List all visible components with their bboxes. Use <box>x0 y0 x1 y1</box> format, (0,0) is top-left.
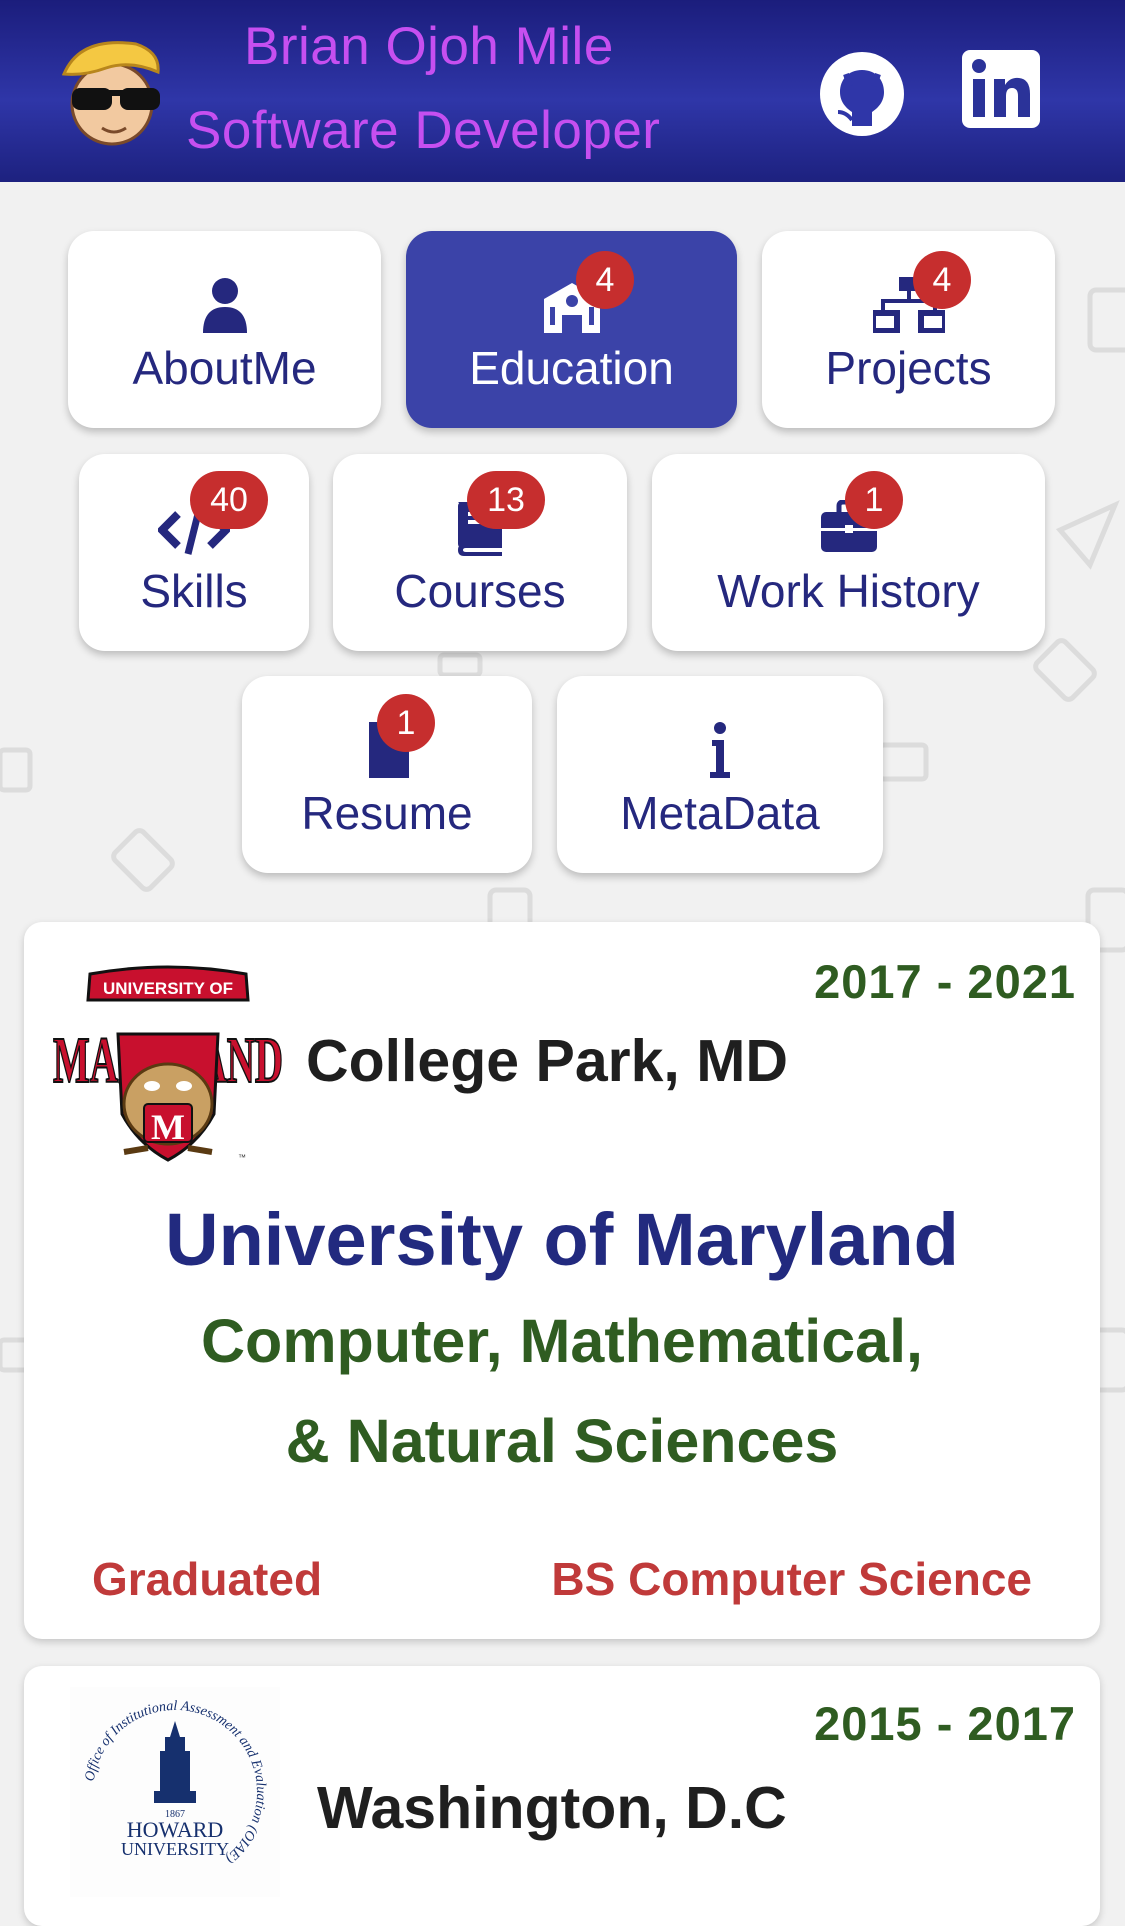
education-card[interactable]: UNIVERSITY OF MARYLAND M ™ 2017 - 2021 C… <box>24 922 1100 1639</box>
education-status: Graduated <box>92 1553 323 1605</box>
avatar <box>61 41 160 146</box>
nav-education-button[interactable]: Education <box>406 231 737 428</box>
svg-text:™: ™ <box>238 1153 246 1162</box>
linkedin-icon[interactable] <box>962 50 1040 128</box>
nav-aboutme-label: AboutMe <box>132 342 317 394</box>
nav-courses-label: Courses <box>394 565 566 617</box>
nav-workhistory-label: Work History <box>717 565 980 617</box>
resume-count-badge: 1 <box>377 694 435 752</box>
education-city: Washington, D.C <box>317 1775 787 1841</box>
education-dates: 2015 - 2017 <box>814 1697 1076 1750</box>
github-icon[interactable] <box>818 50 906 138</box>
education-count-badge: 4 <box>576 251 634 309</box>
education-school: University of Maryland <box>165 1198 959 1281</box>
svg-text:UNIVERSITY: UNIVERSITY <box>121 1839 229 1859</box>
nav-projects-button[interactable]: Projects <box>762 231 1055 428</box>
nav-metadata-button[interactable]: MetaData <box>557 676 883 873</box>
nav-resume-label: Resume <box>301 787 473 839</box>
header-role: Software Developer <box>186 101 661 160</box>
umd-logo: UNIVERSITY OF MARYLAND M ™ <box>52 965 284 1162</box>
education-college: Computer, Mathematical, & Natural Scienc… <box>201 1307 923 1475</box>
user-icon <box>202 278 247 333</box>
svg-text:UNIVERSITY OF: UNIVERSITY OF <box>103 979 233 998</box>
nav-projects-label: Projects <box>825 342 992 394</box>
education-city: College Park, MD <box>306 1028 788 1094</box>
projects-count-badge: 4 <box>913 251 971 309</box>
courses-count-badge: 13 <box>467 471 545 529</box>
nav-skills-label: Skills <box>140 565 248 617</box>
education-dates: 2017 - 2021 <box>814 955 1076 1008</box>
nav-education-label: Education <box>469 342 674 394</box>
app-header: Brian Ojoh Mile Software Developer <box>0 0 1125 182</box>
info-icon <box>710 722 730 778</box>
header-name: Brian Ojoh Mile <box>244 17 614 76</box>
nav-aboutme-button[interactable]: AboutMe <box>68 231 381 428</box>
howard-logo: Office of Institutional Assessment and E… <box>70 1687 280 1897</box>
nav-metadata-label: MetaData <box>620 787 820 839</box>
education-degree: BS Computer Science <box>551 1553 1032 1605</box>
svg-text:M: M <box>151 1107 185 1147</box>
skills-count-badge: 40 <box>190 471 268 529</box>
workhistory-count-badge: 1 <box>845 471 903 529</box>
education-card[interactable]: Office of Institutional Assessment and E… <box>24 1666 1100 1926</box>
